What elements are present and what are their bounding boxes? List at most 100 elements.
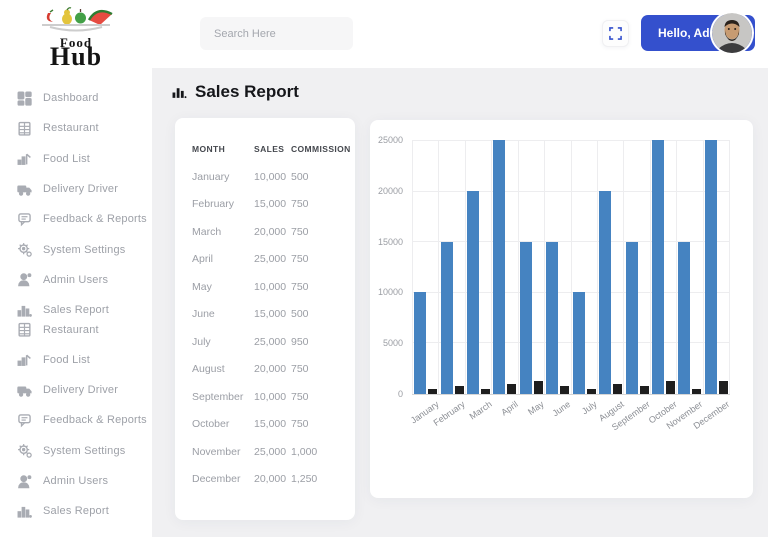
commission-cell: 950	[291, 336, 347, 348]
sidebar-item-admin-users[interactable]: Admin Users	[0, 265, 152, 295]
restaurant-icon	[17, 322, 32, 337]
sales-cell: 15,000	[254, 418, 291, 430]
commission-cell: 750	[291, 418, 347, 430]
commission-bar-october	[666, 381, 675, 394]
month-cell: May	[192, 281, 254, 293]
sidebar-item-label: Feedback & Reports	[43, 213, 147, 225]
sidebar-item-label: Restaurant	[43, 324, 99, 336]
app-logo[interactable]: Food Hub	[0, 0, 152, 70]
sidebar-item-label: Sales Report	[43, 505, 109, 517]
commission-bar-august	[613, 384, 622, 394]
sales-bar-august	[599, 191, 611, 394]
commission-bar-may	[534, 381, 543, 394]
chart-category-october: October	[650, 141, 676, 394]
sidebar-item-label: Admin Users	[43, 274, 108, 286]
table-row: June15,000500	[192, 301, 347, 329]
sidebar-item-dashboard[interactable]: Dashboard	[0, 83, 152, 113]
sidebar-item-system-settings[interactable]: System Settings	[0, 436, 152, 466]
sidebar-item-food-list[interactable]: Food List	[0, 144, 152, 174]
commission-cell: 750	[291, 198, 347, 210]
x-axis-label: May	[526, 399, 546, 417]
commission-cell: 750	[291, 226, 347, 238]
sidebar-item-feedback-reports[interactable]: Feedback & Reports	[0, 405, 152, 435]
sidebar-item-label: System Settings	[43, 445, 125, 457]
sidebar-item-label: System Settings	[43, 244, 125, 256]
sidebar-item-food-list[interactable]: Food List	[0, 345, 152, 375]
admin-users-icon	[17, 474, 32, 489]
table-row: December20,0001,250	[192, 466, 347, 494]
sidebar-item-system-settings[interactable]: System Settings	[0, 234, 152, 264]
delivery-driver-icon	[17, 383, 32, 398]
sidebar-item-label: Sales Report	[43, 304, 109, 316]
sales-bar-february	[441, 242, 453, 394]
sales-bar-september	[626, 242, 638, 394]
commission-cell: 750	[291, 253, 347, 265]
chart-category-september: September	[623, 141, 649, 394]
chart-category-january: January	[412, 141, 438, 394]
sidebar-item-delivery-driver[interactable]: Delivery Driver	[0, 375, 152, 405]
y-axis-tick-label: 10000	[378, 287, 403, 297]
sidebar-item-label: Delivery Driver	[43, 384, 118, 396]
sidebar-item-sales-report[interactable]: Sales Report	[0, 496, 152, 526]
month-cell: February	[192, 198, 254, 210]
sales-cell: 15,000	[254, 308, 291, 320]
table-row: January10,000500	[192, 163, 347, 191]
table-row: September10,000750	[192, 383, 347, 411]
sidebar-item-restaurant[interactable]: Restaurant	[0, 314, 152, 344]
delivery-driver-icon	[17, 182, 32, 197]
sidebar-nav: Dashboard Restaurant Food List Delivery Dri…	[0, 83, 152, 526]
sales-cell: 20,000	[254, 473, 291, 485]
system-settings-icon	[17, 242, 32, 257]
commission-cell: 1,000	[291, 446, 347, 458]
search-input[interactable]	[200, 28, 356, 40]
sidebar-item-label: Dashboard	[43, 92, 99, 104]
restaurant-icon	[17, 121, 32, 136]
sidebar-item-label: Food List	[43, 354, 90, 366]
sales-report-title-icon	[172, 85, 187, 100]
sidebar-item-delivery-driver[interactable]: Delivery Driver	[0, 174, 152, 204]
sales-cell: 25,000	[254, 336, 291, 348]
chart-category-february: February	[438, 141, 464, 394]
sidebar-item-admin-users[interactable]: Admin Users	[0, 466, 152, 496]
month-cell: December	[192, 473, 254, 485]
sales-cell: 10,000	[254, 171, 291, 183]
admin-profile-button[interactable]: Hello, Admin	[641, 15, 755, 51]
table-row: October15,000750	[192, 411, 347, 439]
table-row: May10,000750	[192, 273, 347, 301]
table-header-month: MONTH	[192, 144, 254, 154]
admin-avatar	[712, 13, 752, 53]
sales-bar-june	[546, 242, 558, 394]
chart-category-august: August	[597, 141, 623, 394]
chart-category-march: March	[465, 141, 491, 394]
system-settings-icon	[17, 443, 32, 458]
sales-cell: 25,000	[254, 253, 291, 265]
sales-cell: 10,000	[254, 281, 291, 293]
month-cell: August	[192, 363, 254, 375]
sidebar-item-label: Delivery Driver	[43, 183, 118, 195]
sidebar-item-restaurant[interactable]: Restaurant	[0, 113, 152, 143]
commission-bar-march	[481, 389, 490, 394]
fullscreen-button[interactable]	[602, 20, 629, 47]
commission-cell: 500	[291, 171, 347, 183]
sales-cell: 20,000	[254, 363, 291, 375]
sidebar: Food Hub Dashboard Restaurant Food List Del…	[0, 0, 152, 537]
table-row: April25,000750	[192, 246, 347, 274]
table-row: July25,000950	[192, 328, 347, 356]
chart-category-may: May	[518, 141, 544, 394]
sidebar-item-label: Admin Users	[43, 475, 108, 487]
commission-bar-february	[455, 386, 464, 394]
sales-cell: 20,000	[254, 226, 291, 238]
logo-fruits-icon	[34, 5, 118, 33]
month-cell: July	[192, 336, 254, 348]
y-axis-tick-label: 20000	[378, 186, 403, 196]
sales-cell: 25,000	[254, 446, 291, 458]
sales-bar-december	[705, 140, 717, 394]
table-header-row: MONTHSALESCOMMISSION	[192, 144, 347, 154]
table-header-sales: SALES	[254, 144, 291, 154]
chart-category-july: July	[571, 141, 597, 394]
fullscreen-icon	[609, 27, 622, 40]
sidebar-item-feedback-reports[interactable]: Feedback & Reports	[0, 204, 152, 234]
commission-bar-november	[692, 389, 701, 394]
sidebar-item-label: Restaurant	[43, 122, 99, 134]
sales-bar-october	[652, 140, 664, 394]
